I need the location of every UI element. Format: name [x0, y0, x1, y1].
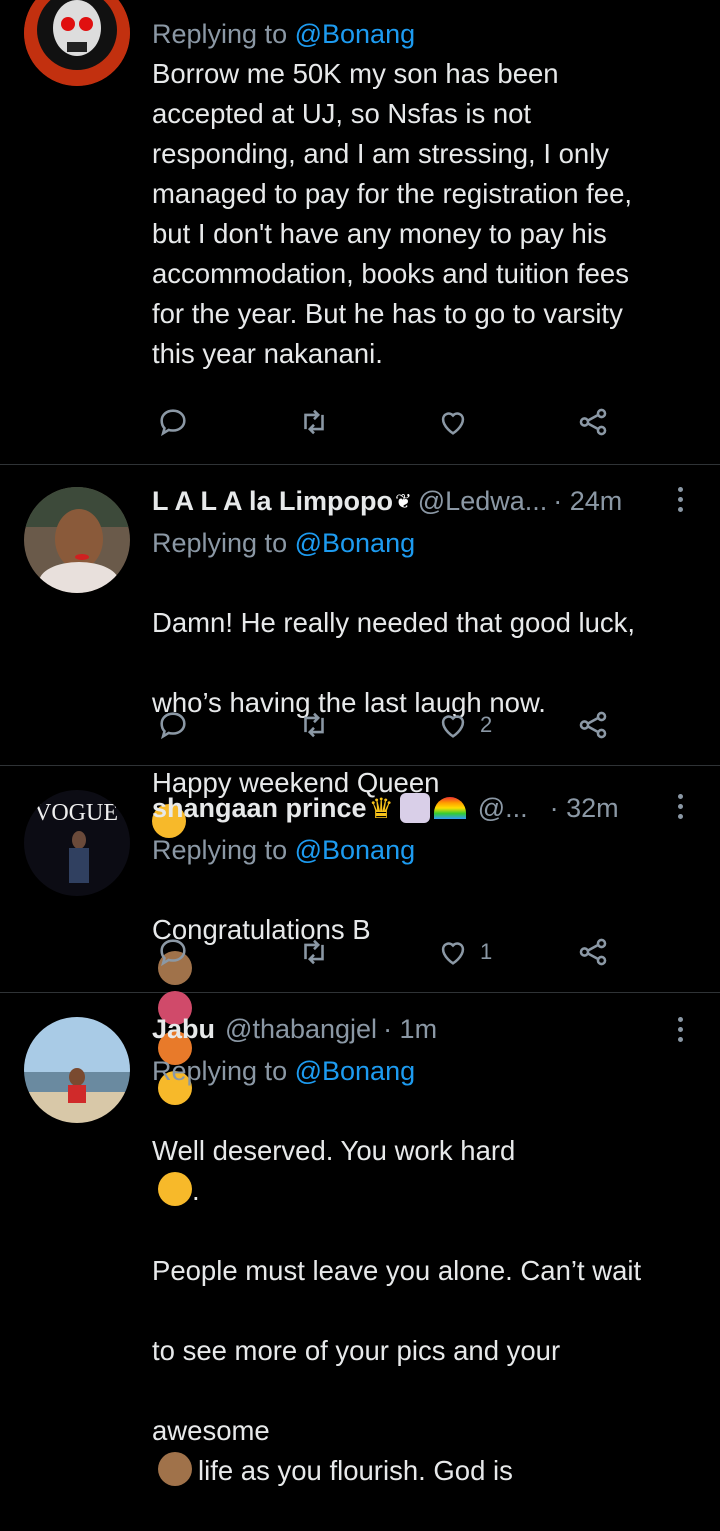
avatar[interactable] — [24, 487, 130, 593]
retweet-icon — [304, 712, 324, 738]
timestamp[interactable]: · 1m — [383, 1014, 437, 1045]
tweet-actions — [152, 402, 622, 442]
clapping-emoji — [158, 1452, 192, 1486]
replying-to-label: Replying to — [152, 1056, 288, 1086]
avatar[interactable] — [24, 0, 130, 86]
reply-icon — [160, 409, 186, 437]
more-icon[interactable] — [678, 1017, 686, 1042]
like-button[interactable] — [436, 405, 470, 439]
tweet-text-line: People must leave you alone. Can’t wait — [152, 1255, 642, 1286]
retweet-icon — [304, 409, 324, 435]
reply-button[interactable] — [156, 708, 190, 742]
tweet-text: Borrow me 50K my son has been accepted a… — [152, 58, 633, 369]
like-button[interactable]: 2 — [436, 708, 492, 742]
unicorn-emoji — [399, 793, 430, 823]
svg-text:VOGUE: VOGUE — [34, 800, 118, 826]
retweet-icon — [304, 939, 324, 965]
tweet-actions: 2 — [152, 705, 622, 745]
like-count: 1 — [480, 939, 493, 964]
tweet-text-line: awesome — [152, 1415, 270, 1446]
tweet[interactable]: Jabu @thabangjel · 1m Replying to @Bonan… — [0, 993, 720, 1486]
skull-avatar-image — [24, 0, 130, 86]
share-icon — [579, 408, 607, 436]
replying-to-label: Replying to — [152, 835, 288, 865]
relieved-sweat-emoji — [158, 1172, 192, 1206]
tooth-emoji: ❦ — [395, 490, 412, 513]
handle[interactable]: @thabangjel — [225, 1014, 377, 1045]
tweet-header: shangaan prince ♛ @... · 32m — [152, 786, 700, 830]
replying-to: Replying to @Bonang — [152, 14, 700, 54]
tweet-text: Well deserved. You work hard . People mu… — [152, 1091, 700, 1531]
retweet-button[interactable] — [297, 405, 331, 439]
mention-link[interactable]: @Bonang — [295, 1056, 416, 1086]
tweet[interactable]: VOGUE shangaan prince ♛ @... · 32m Reply… — [0, 766, 720, 1105]
replying-to: Replying to @Bonang — [152, 830, 700, 870]
tweet-text-line: Damn! He really needed that good luck, — [152, 607, 636, 638]
display-name[interactable]: L A L A la Limpopo — [152, 486, 393, 517]
handle[interactable]: @... — [478, 793, 528, 824]
share-button[interactable] — [576, 935, 610, 969]
display-name[interactable]: shangaan prince — [152, 793, 367, 824]
more-icon[interactable] — [678, 794, 686, 819]
like-icon — [441, 942, 465, 965]
tweet[interactable]: Replying to @Bonang Borrow me 50K my son… — [0, 0, 720, 465]
tweet-actions: 1 — [152, 932, 622, 972]
avatar[interactable]: VOGUE — [24, 790, 130, 896]
profile-photo — [24, 487, 130, 593]
like-count: 2 — [480, 712, 493, 737]
like-icon — [441, 715, 465, 738]
share-icon — [579, 711, 607, 739]
tweet-header: Jabu @thabangjel · 1m — [152, 1007, 700, 1051]
tweet-header: L A L A la Limpopo ❦ @Ledwa... · 24m — [152, 479, 700, 523]
tweet[interactable]: L A L A la Limpopo ❦ @Ledwa... · 24m Rep… — [0, 465, 720, 838]
rainbow-emoji — [433, 797, 466, 819]
like-icon — [441, 412, 465, 435]
reply-icon — [160, 712, 186, 740]
tweet-text-line: to see more of your pics and your — [152, 1335, 561, 1366]
tweet-text-line: life as you flourish. God is — [198, 1455, 513, 1486]
display-name[interactable]: Jabu — [152, 1014, 215, 1045]
like-button[interactable]: 1 — [436, 935, 492, 969]
share-button[interactable] — [576, 405, 610, 439]
tweet-text-line: Well deserved. You work hard — [152, 1135, 516, 1166]
retweet-button[interactable] — [297, 708, 331, 742]
retweet-button[interactable] — [297, 935, 331, 969]
timestamp[interactable]: · 32m — [550, 793, 619, 824]
reply-button[interactable] — [156, 405, 190, 439]
timestamp[interactable]: · 24m — [553, 486, 622, 517]
replying-to-label: Replying to — [152, 528, 288, 558]
replying-to: Replying to @Bonang — [152, 523, 700, 563]
crown-emoji: ♛ — [368, 792, 394, 824]
replying-to-label: Replying to — [152, 19, 288, 49]
tweet-text-line: . — [192, 1175, 200, 1206]
mention-link[interactable]: @Bonang — [295, 19, 416, 49]
mention-link[interactable]: @Bonang — [295, 528, 416, 558]
reply-icon — [160, 939, 186, 967]
share-icon — [579, 938, 607, 966]
more-icon[interactable] — [678, 487, 686, 512]
profile-photo — [24, 1017, 130, 1123]
reply-button[interactable] — [156, 935, 190, 969]
replying-to: Replying to @Bonang — [152, 1051, 700, 1091]
profile-photo: VOGUE — [24, 790, 130, 896]
share-button[interactable] — [576, 708, 610, 742]
handle[interactable]: @Ledwa... — [418, 486, 547, 517]
mention-link[interactable]: @Bonang — [295, 835, 416, 865]
avatar[interactable] — [24, 1017, 130, 1123]
